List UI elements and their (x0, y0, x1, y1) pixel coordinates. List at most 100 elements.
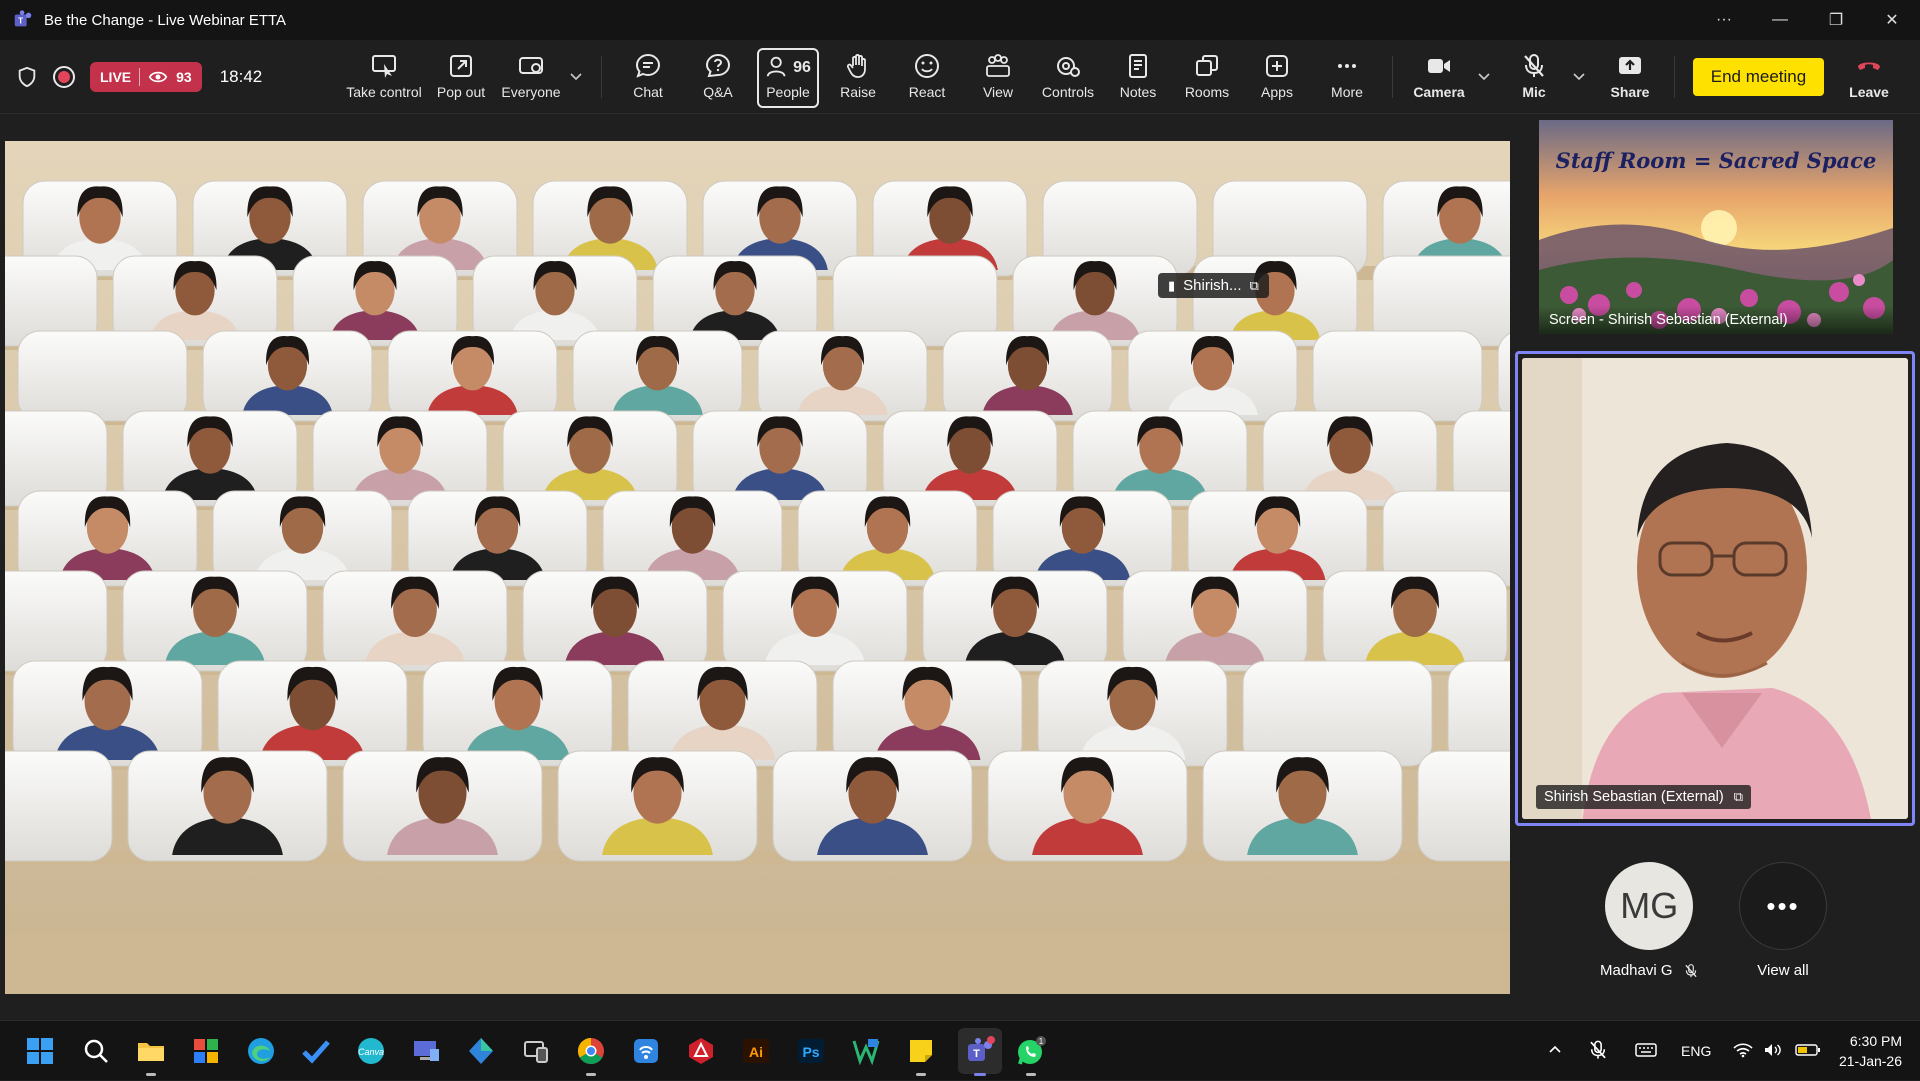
speaker-video-tile[interactable]: Shirish Sebastian (External) ⧉ (1515, 351, 1915, 826)
sticky-note-icon (910, 1040, 932, 1062)
chevron-down-icon[interactable] (568, 68, 584, 84)
acrobat-button[interactable] (683, 1033, 719, 1069)
photoshop-button[interactable]: Ps (793, 1033, 829, 1069)
react-button[interactable]: React (901, 48, 953, 108)
participant-madhavi[interactable]: MG Madhavi G (1600, 862, 1699, 979)
remote-desktop-button[interactable] (408, 1033, 444, 1069)
design-app-icon (852, 1039, 880, 1066)
todo-button[interactable] (298, 1033, 334, 1069)
camera-icon (1428, 59, 1450, 73)
teams-icon: T (968, 1036, 995, 1061)
speaker-video (1522, 358, 1908, 819)
illustrator-button[interactable]: Ai (738, 1033, 774, 1069)
auditorium-seat (5, 750, 113, 862)
title-bar: T Be the Change - Live Webinar ETTA ··· … (0, 0, 1920, 40)
mic-muted-tray-icon[interactable] (1587, 1039, 1617, 1064)
restore-icon[interactable]: ❐ (1808, 0, 1864, 40)
view-all-label: View all (1757, 962, 1809, 979)
everyone-button[interactable]: Everyone (498, 48, 564, 108)
chrome-button[interactable] (573, 1033, 609, 1076)
minimize-icon[interactable]: — (1752, 0, 1808, 40)
share-icon (1619, 57, 1641, 74)
hang-up-icon (1858, 62, 1880, 70)
notes-icon (1129, 54, 1147, 78)
language-indicator[interactable]: ENG (1681, 1043, 1711, 1059)
devices-icon (524, 1041, 548, 1063)
rooms-button[interactable]: Rooms (1181, 48, 1233, 108)
slide-title: Staff Room = Sacred Space (1555, 148, 1877, 173)
battery-icon[interactable] (1795, 1043, 1823, 1060)
camera-chevron-icon[interactable] (1476, 68, 1492, 84)
camera-button[interactable]: Camera (1411, 48, 1467, 108)
start-button[interactable] (22, 1033, 58, 1069)
computer-icon (414, 1041, 439, 1061)
mic-button[interactable]: Mic (1508, 48, 1560, 108)
app-tiles-button[interactable] (188, 1033, 224, 1069)
keyboard-icon[interactable] (1635, 1042, 1665, 1061)
teams-taskbar-button[interactable]: T (958, 1028, 1002, 1076)
illustrator-icon: Ai (743, 1039, 769, 1063)
raise-hand-button[interactable]: Raise (832, 48, 884, 108)
canva-button[interactable]: Canva (353, 1033, 389, 1069)
share-button[interactable]: Share (1604, 48, 1656, 108)
svg-text:Ai: Ai (749, 1044, 763, 1060)
svg-text:Canva: Canva (358, 1047, 384, 1057)
teams-icon: T (14, 10, 32, 27)
shield-icon[interactable] (16, 66, 38, 88)
volume-icon[interactable] (1763, 1042, 1789, 1061)
sticky-notes-button[interactable] (903, 1033, 939, 1076)
qa-button[interactable]: Q&A (692, 48, 744, 108)
chat-icon (635, 53, 661, 78)
search-icon (84, 1039, 108, 1063)
raise-hand-icon (846, 54, 866, 78)
view-all-button[interactable]: ••• View all (1739, 862, 1827, 979)
device-button[interactable] (518, 1033, 554, 1069)
rooms-icon (1196, 55, 1218, 76)
people-button[interactable]: 96 People (757, 48, 819, 108)
auditorium-seat (1417, 750, 1510, 862)
together-mode-stage: ▮ Shirish... ⧉ (5, 141, 1510, 994)
layout-icon (519, 57, 543, 74)
shared-screen-tile[interactable]: Staff Room = Sacred Space Screen - Shiri… (1539, 120, 1893, 334)
checkmark-icon (302, 1040, 330, 1064)
auditorium-seat (1447, 660, 1510, 767)
controls-button[interactable]: Controls (1038, 48, 1098, 108)
system-clock[interactable]: 6:30 PM 21-Jan-26 (1839, 1031, 1902, 1071)
avatar: MG (1605, 862, 1694, 950)
apps-button[interactable]: Apps (1251, 48, 1303, 108)
file-explorer-button[interactable] (133, 1033, 169, 1076)
leave-button[interactable]: Leave (1843, 48, 1895, 108)
hotspot-icon (634, 1039, 658, 1063)
notes-button[interactable]: Notes (1112, 48, 1164, 108)
hotspot-button[interactable] (628, 1033, 664, 1069)
take-control-button[interactable]: Take control (344, 48, 424, 108)
more-button[interactable]: More (1321, 48, 1373, 108)
pop-out-button[interactable]: Pop out (431, 48, 491, 108)
search-button[interactable] (78, 1033, 114, 1069)
mic-chevron-icon[interactable] (1571, 68, 1587, 84)
end-meeting-button[interactable]: End meeting (1693, 58, 1824, 96)
edge-button[interactable] (243, 1033, 279, 1069)
chat-button[interactable]: Chat (622, 48, 674, 108)
live-badge[interactable]: LIVE 93 (90, 62, 202, 92)
whatsapp-badge: 1 (1039, 1037, 1044, 1046)
close-icon[interactable]: ✕ (1864, 0, 1920, 40)
whatsapp-button[interactable]: 1 (1013, 1033, 1049, 1076)
people-icon (766, 56, 786, 77)
more-options-icon[interactable]: ··· (1696, 0, 1752, 40)
auditorium-seat (1242, 660, 1433, 767)
qa-icon (705, 53, 731, 78)
presenter-name-tag[interactable]: ▮ Shirish... ⧉ (1158, 273, 1269, 298)
smiley-icon (915, 54, 939, 78)
wifi-icon[interactable] (1733, 1042, 1757, 1061)
speaker-name: Shirish Sebastian (External) (1544, 789, 1724, 805)
whatsapp-icon: 1 (1018, 1036, 1046, 1065)
mic-muted-icon (1684, 963, 1697, 977)
design-app-button[interactable] (848, 1033, 884, 1069)
folder-icon (138, 1043, 164, 1061)
chevron-up-icon[interactable] (1547, 1042, 1567, 1061)
live-label: LIVE (100, 69, 132, 85)
canva-icon: Canva (358, 1038, 384, 1064)
view-button[interactable]: View (972, 48, 1024, 108)
app-launcher-button[interactable] (463, 1033, 499, 1069)
